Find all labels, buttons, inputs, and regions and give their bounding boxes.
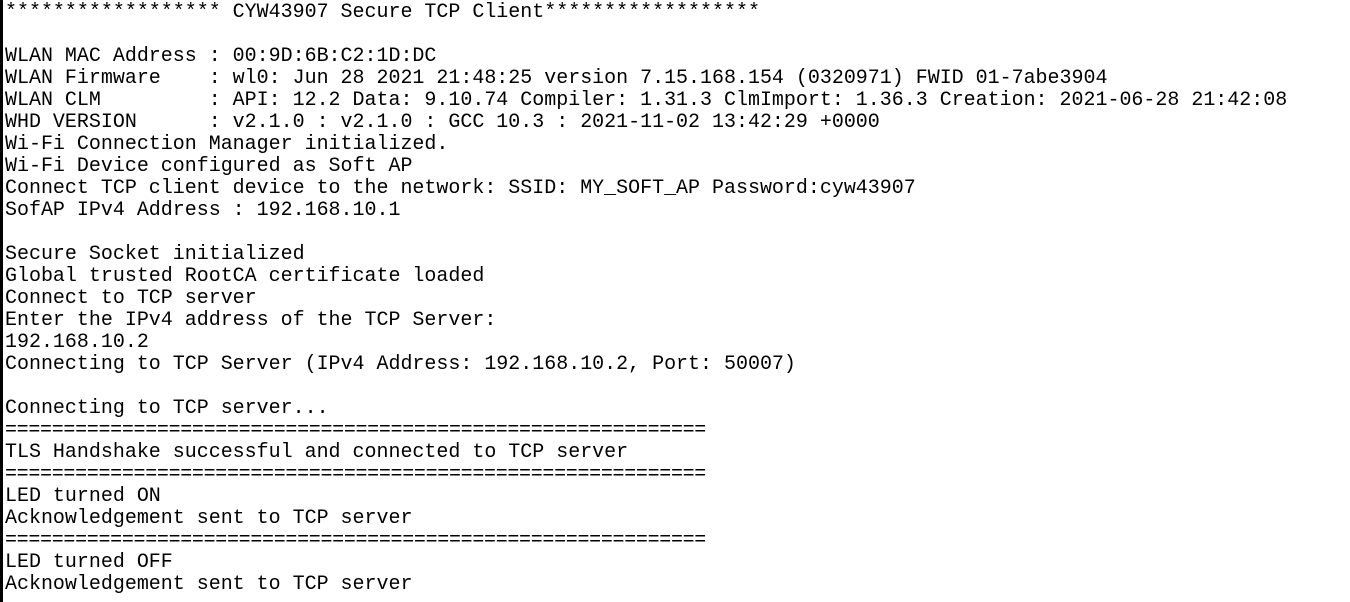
secure-socket-line: Secure Socket initialized xyxy=(5,242,305,265)
led-off-line: LED turned OFF xyxy=(5,550,173,573)
ack-sent-line: Acknowledgement sent to TCP server xyxy=(5,506,413,529)
whd-version-line: WHD VERSION : v2.1.0 : v2.1.0 : GCC 10.3… xyxy=(5,110,880,133)
connecting-detail-line: Connecting to TCP Server (IPv4 Address: … xyxy=(5,352,796,375)
connecting-status-line: Connecting to TCP server... xyxy=(5,396,329,419)
softap-ip-line: SofAP IPv4 Address : 192.168.10.1 xyxy=(5,198,401,221)
wlan-mac-line: WLAN MAC Address : 00:9D:6B:C2:1D:DC xyxy=(5,44,437,67)
led-on-line: LED turned ON xyxy=(5,484,161,507)
ip-input-line: 192.168.10.2 xyxy=(5,330,149,353)
softap-config-line: Wi-Fi Device configured as Soft AP xyxy=(5,154,413,177)
divider-line: ========================================… xyxy=(5,462,706,485)
rootca-line: Global trusted RootCA certificate loaded xyxy=(5,264,485,287)
connect-server-line: Connect to TCP server xyxy=(5,286,257,309)
wifi-manager-line: Wi-Fi Connection Manager initialized. xyxy=(5,132,449,155)
terminal-output: ****************** CYW43907 Secure TCP C… xyxy=(5,1,1287,595)
terminal-window[interactable]: ****************** CYW43907 Secure TCP C… xyxy=(0,0,1350,602)
wlan-firmware-line: WLAN Firmware : wl0: Jun 28 2021 21:48:2… xyxy=(5,66,1108,89)
wlan-clm-line: WLAN CLM : API: 12.2 Data: 9.10.74 Compi… xyxy=(5,88,1288,111)
connect-instructions-line: Connect TCP client device to the network… xyxy=(5,176,916,199)
ip-prompt-line: Enter the IPv4 address of the TCP Server… xyxy=(5,308,497,331)
divider-line: ========================================… xyxy=(5,528,706,551)
divider-line: ========================================… xyxy=(5,418,706,441)
tls-handshake-line: TLS Handshake successful and connected t… xyxy=(5,440,629,463)
window-left-border xyxy=(0,0,3,602)
ack-sent-line: Acknowledgement sent to TCP server xyxy=(5,572,413,595)
banner-line: ****************** CYW43907 Secure TCP C… xyxy=(5,0,760,23)
